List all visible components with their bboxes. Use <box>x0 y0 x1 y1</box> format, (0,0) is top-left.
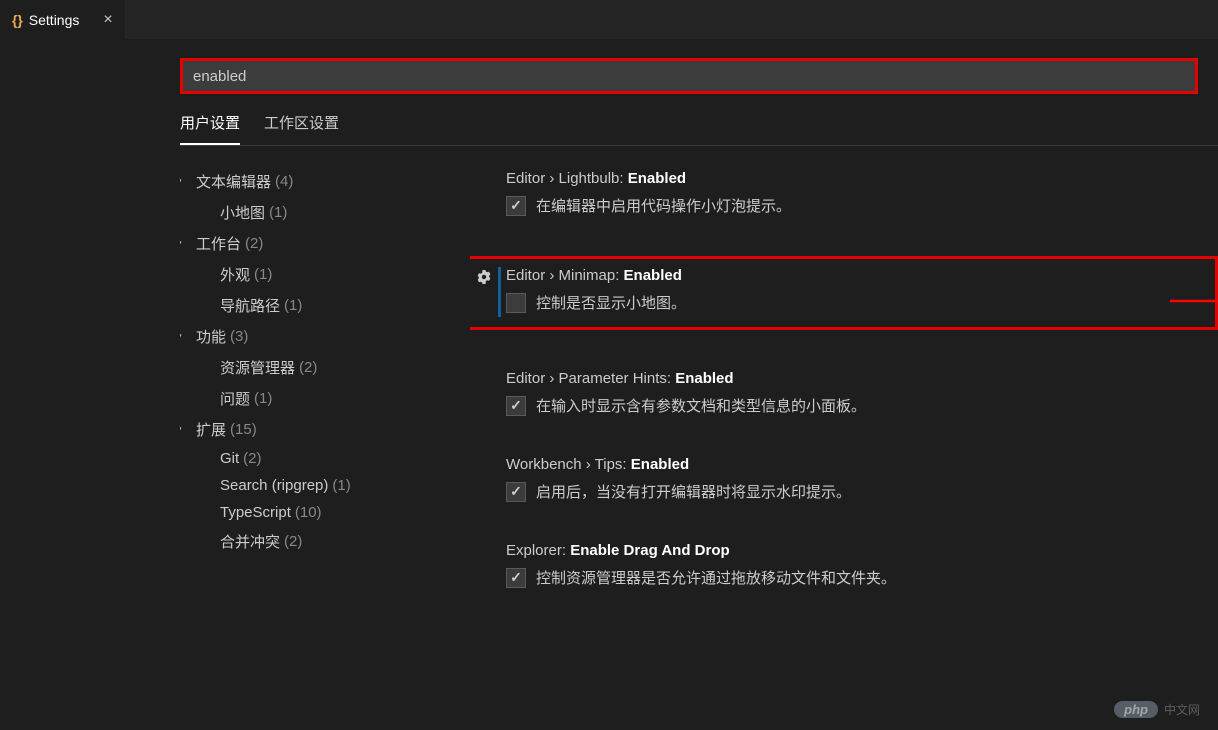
settings-editor: 用户设置 工作区设置 ▾ 文本编辑器 (4) 小地图 (1) ▾ 工作台 (2)… <box>0 40 1218 730</box>
setting-editor-parameter-hints-enabled: Editor › Parameter Hints: Enabled 在输入时显示… <box>470 370 1218 416</box>
scope-tabs: 用户设置 工作区设置 <box>180 94 1198 146</box>
search-wrap <box>180 40 1218 94</box>
settings-search-input[interactable] <box>180 58 1198 94</box>
checkbox[interactable] <box>506 568 526 588</box>
tab-title: Settings <box>29 12 80 28</box>
tab-user-settings[interactable]: 用户设置 <box>180 112 240 145</box>
settings-main-area: ▾ 文本编辑器 (4) 小地图 (1) ▾ 工作台 (2) 外观 (1) 导航路… <box>180 145 1218 730</box>
toc-item-explorer[interactable]: 资源管理器 (2) <box>180 352 470 383</box>
chevron-down-icon: ▾ <box>180 330 196 343</box>
toc-label: 扩展 <box>196 419 226 440</box>
setting-workbench-tips-enabled: Workbench › Tips: Enabled 启用后，当没有打开编辑器时将… <box>470 456 1218 502</box>
toc-item-minimap[interactable]: 小地图 (1) <box>180 197 470 228</box>
toc-count: (2) <box>245 235 263 252</box>
toc-count: (1) <box>284 297 302 314</box>
setting-description: 控制是否显示小地图。 <box>536 292 686 313</box>
toc-item-merge-conflict[interactable]: 合并冲突 (2) <box>180 526 470 557</box>
setting-title: Explorer: Enable Drag And Drop <box>506 542 1218 559</box>
toc-label: Search (ripgrep) <box>220 477 328 494</box>
toc-count: (2) <box>243 450 261 467</box>
checkbox[interactable] <box>506 293 526 313</box>
toc-item-appearance[interactable]: 外观 (1) <box>180 259 470 290</box>
toc-label: 工作台 <box>196 233 241 254</box>
setting-editor-lightbulb-enabled: Editor › Lightbulb: Enabled 在编辑器中启用代码操作小… <box>470 170 1218 216</box>
toc-item-extensions[interactable]: ▾ 扩展 (15) <box>180 414 470 445</box>
toc-label: 资源管理器 <box>220 357 295 378</box>
tab-workspace-settings[interactable]: 工作区设置 <box>264 112 339 145</box>
checkbox[interactable] <box>506 396 526 416</box>
braces-icon: { } <box>12 12 21 28</box>
toc-count: (1) <box>254 390 272 407</box>
toc-label: TypeScript <box>220 504 291 521</box>
toc-label: Git <box>220 450 239 467</box>
setting-title: Editor › Lightbulb: Enabled <box>506 170 1218 187</box>
settings-list[interactable]: Editor › Lightbulb: Enabled 在编辑器中启用代码操作小… <box>470 146 1218 730</box>
setting-title: Editor › Parameter Hints: Enabled <box>506 370 1218 387</box>
toc-count: (3) <box>230 328 248 345</box>
settings-toc: ▾ 文本编辑器 (4) 小地图 (1) ▾ 工作台 (2) 外观 (1) 导航路… <box>180 146 470 730</box>
toc-item-features[interactable]: ▾ 功能 (3) <box>180 321 470 352</box>
toc-label: 功能 <box>196 326 226 347</box>
toc-count: (1) <box>254 266 272 283</box>
toc-label: 问题 <box>220 388 250 409</box>
toc-item-text-editor[interactable]: ▾ 文本编辑器 (4) <box>180 166 470 197</box>
toc-count: (2) <box>299 359 317 376</box>
checkbox[interactable] <box>506 196 526 216</box>
toc-item-search-ripgrep[interactable]: Search (ripgrep) (1) <box>180 472 470 499</box>
setting-description: 在编辑器中启用代码操作小灯泡提示。 <box>536 195 791 216</box>
toc-label: 导航路径 <box>220 295 280 316</box>
watermark-badge: php <box>1114 701 1158 718</box>
toc-label: 文本编辑器 <box>196 171 271 192</box>
toc-item-workbench[interactable]: ▾ 工作台 (2) <box>180 228 470 259</box>
toc-label: 合并冲突 <box>220 531 280 552</box>
setting-explorer-enable-drag-drop: Explorer: Enable Drag And Drop 控制资源管理器是否… <box>470 542 1218 588</box>
setting-description: 在输入时显示含有参数文档和类型信息的小面板。 <box>536 395 866 416</box>
setting-editor-minimap-enabled: Editor › Minimap: Enabled 控制是否显示小地图。 <box>470 256 1218 330</box>
toc-item-typescript[interactable]: TypeScript (10) <box>180 499 470 526</box>
toc-count: (4) <box>275 173 293 190</box>
toc-item-breadcrumb[interactable]: 导航路径 (1) <box>180 290 470 321</box>
setting-title: Workbench › Tips: Enabled <box>506 456 1218 473</box>
setting-description: 控制资源管理器是否允许通过拖放移动文件和文件夹。 <box>536 567 896 588</box>
checkbox[interactable] <box>506 482 526 502</box>
modified-indicator <box>498 267 501 317</box>
toc-count: (1) <box>332 477 350 494</box>
toc-item-git[interactable]: Git (2) <box>180 445 470 472</box>
watermark: php 中文网 <box>1114 701 1200 718</box>
setting-title: Editor › Minimap: Enabled <box>506 267 1203 284</box>
gear-icon[interactable] <box>476 269 492 290</box>
tab-bar: { } Settings × <box>0 0 1218 40</box>
toc-count: (15) <box>230 421 257 438</box>
chevron-down-icon: ▾ <box>180 423 196 436</box>
tab-settings[interactable]: { } Settings × <box>0 0 125 39</box>
chevron-down-icon: ▾ <box>180 237 196 250</box>
toc-label: 外观 <box>220 264 250 285</box>
chevron-down-icon: ▾ <box>180 175 196 188</box>
toc-count: (2) <box>284 533 302 550</box>
toc-count: (1) <box>269 204 287 221</box>
watermark-text: 中文网 <box>1164 701 1200 718</box>
toc-item-problems[interactable]: 问题 (1) <box>180 383 470 414</box>
toc-label: 小地图 <box>220 202 265 223</box>
toc-count: (10) <box>295 504 322 521</box>
close-icon[interactable]: × <box>103 11 112 29</box>
setting-description: 启用后，当没有打开编辑器时将显示水印提示。 <box>536 481 851 502</box>
